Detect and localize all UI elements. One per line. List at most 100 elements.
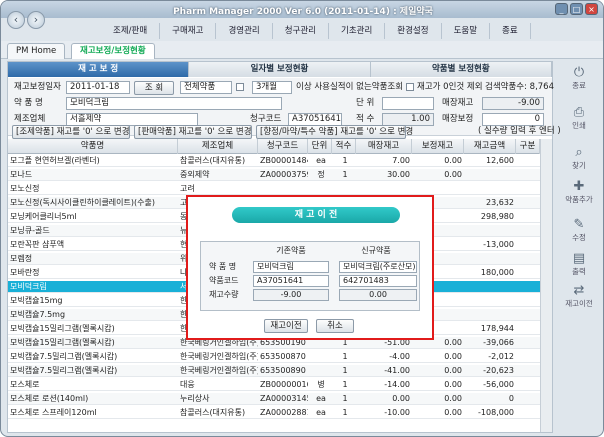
drug-name-input[interactable]: 모비덕크림 <box>66 97 282 110</box>
table-cell: 대웅 <box>180 380 195 389</box>
rx-zero-button[interactable]: [조제약품] 재고를 '0' 으로 변경 <box>12 125 130 139</box>
header-qty[interactable]: 적수 <box>332 139 356 154</box>
table-cell: 298,980 <box>480 212 514 221</box>
header-maker[interactable]: 제조업체 <box>178 139 258 154</box>
months-select[interactable]: 3개월 <box>252 81 292 94</box>
special-zero-button[interactable]: [향정/마약/특수 약품] 재고를 '0' 으로 변경 <box>256 125 413 139</box>
after-qty: 0.00 <box>339 289 417 301</box>
transfer-icon: ⇄ <box>573 283 585 298</box>
sidebar-edit[interactable]: ✎ 수정 <box>561 217 597 243</box>
sidebar-print-label: 인쇄 <box>572 121 586 130</box>
menu-purchase[interactable]: 구매재고 <box>160 23 217 39</box>
table-cell: -13,000 <box>483 240 514 249</box>
table-cell: ZB00001484 <box>260 156 308 165</box>
table-row[interactable]: 모빅캡슐7.5밀리그램(멜록시캄) 한국베링거인겔하임(주) 653500870 1 -… <box>8 351 540 363</box>
header-adjusted[interactable]: 보정재고 <box>412 139 464 154</box>
sidebar-add-drug[interactable]: ✚ 약품추가 <box>561 179 597 205</box>
date-input[interactable]: 2011-01-18 <box>66 81 130 94</box>
menu-settings[interactable]: 환경설정 <box>385 23 442 39</box>
table-cell: 653500890 <box>260 366 306 375</box>
header-type[interactable]: 구분 <box>516 139 540 154</box>
table-row[interactable]: 모빅캡슐7.5밀리그램(멜록시캄) 한국베링거인겔하임(주) 653500890 1 -… <box>8 365 540 377</box>
filter-checkbox[interactable] <box>236 83 244 91</box>
col-before: 기존약품 <box>276 246 306 255</box>
header-amount[interactable]: 재고금액 <box>464 139 516 154</box>
table-row[interactable]: 모스체로 로션(140ml) 누리상사 ZA00003145 ea 1 0.00 0.00 0 <box>8 393 540 405</box>
date-label: 재고보정일자 <box>14 82 61 92</box>
sales-stock-label: 매장재고 <box>442 98 474 108</box>
table-cell: 모빅캡슐7.5밀리그램(멜록시캄) <box>10 352 118 361</box>
unused-label: 이상 사용실적이 없는약품조회 <box>296 82 404 92</box>
close-icon[interactable]: × <box>585 3 598 15</box>
search-button[interactable]: 조 회 <box>134 81 174 95</box>
table-cell: 모빅캡슐15밀리그램(멜록시캄) <box>10 324 115 333</box>
table-cell: 0 <box>508 394 514 403</box>
table-cell: 178,944 <box>480 324 514 333</box>
table-cell: ea <box>316 156 326 165</box>
back-icon[interactable]: ‹ <box>7 11 25 29</box>
app-title: Pharm Manager 2000 Ver 6.0 (2011-01-14) … <box>173 7 433 17</box>
transfer-cancel-button[interactable]: 취소 <box>316 319 354 333</box>
menu-exit[interactable]: 종료 <box>490 23 531 39</box>
header-drug[interactable]: 약품명 <box>8 139 178 154</box>
table-cell: 참콜러스(대지유통) <box>180 408 246 417</box>
sales-stock-input[interactable]: -9.00 <box>482 97 544 110</box>
table-cell: ea <box>316 408 326 417</box>
filter-select[interactable]: 전체약품 <box>180 81 232 94</box>
subtab-by-drug[interactable]: 약품별 보정현황 <box>370 62 552 77</box>
sale-zero-button[interactable]: [판매약품] 재고를 '0' 으로 변경 <box>134 125 252 139</box>
menu-help[interactable]: 도움말 <box>442 23 491 39</box>
tab-stock-adjust[interactable]: 재고보정/보정현황 <box>71 43 155 59</box>
header-code[interactable]: 청구코드 <box>258 139 308 154</box>
minimize-icon[interactable]: _ <box>555 3 568 15</box>
menu-dispense[interactable]: 조제/판매 <box>101 23 161 39</box>
table-cell: 모닝케어클리너5ml <box>10 212 77 221</box>
table-cell: 1 <box>342 352 348 361</box>
add-drug-icon: ✚ <box>573 179 585 194</box>
transfer-ok-button[interactable]: 재고이전 <box>264 319 308 333</box>
table-cell: 누리상사 <box>180 394 210 403</box>
table-row[interactable]: 모스체로 대웅 ZB00000016 병 1 -14.00 0.00 -56,000 <box>8 379 540 391</box>
sidebar-exit-label: 종료 <box>572 81 586 90</box>
header-unit[interactable]: 단위 <box>308 139 332 154</box>
table-cell: -14.00 <box>384 380 410 389</box>
label-code: 약품코드 <box>209 276 239 285</box>
stock-transfer-dialog: 재 고 이 전 기존약품 신규약품 약 품 명 약품코드 재고수량 모비덕크림 … <box>186 195 434 340</box>
output-icon: ▤ <box>572 251 586 266</box>
menu-claims[interactable]: 청구관리 <box>273 23 329 39</box>
table-cell: 180,000 <box>480 268 514 277</box>
sidebar-output[interactable]: ▤ 출력 <box>561 251 597 277</box>
sidebar-find[interactable]: ⌕ 찾기 <box>561 145 597 171</box>
zero-exclude-checkbox[interactable] <box>406 83 414 91</box>
table-cell: 모란꼭판 샴푸액 <box>10 240 65 249</box>
menu-management[interactable]: 경영관리 <box>216 23 273 39</box>
sidebar: ⏻ 종료 ⎙ 인쇄 ⌕ 찾기 ✚ 약품추가 ✎ 수정 ▤ 출력 ⇄ 재고이전 <box>557 61 601 381</box>
table-cell: 모빅캡슐7.5밀리그램(멜록시캄) <box>10 366 118 375</box>
title-bar: Pharm Manager 2000 Ver 6.0 (2011-01-14) … <box>1 1 603 18</box>
subtab-daily[interactable]: 일자별 보정현황 <box>189 62 371 77</box>
table-cell: ZA00002881 <box>260 408 308 417</box>
header-stock[interactable]: 매장재고 <box>356 139 412 154</box>
grid-scrollbar[interactable] <box>540 139 552 432</box>
tab-pm-home[interactable]: PM Home <box>7 43 66 59</box>
sidebar-exit[interactable]: ⏻ 종료 <box>561 65 597 91</box>
menu-basic[interactable]: 기초관리 <box>329 23 386 39</box>
table-row[interactable]: 모노신정 고려 <box>8 183 540 195</box>
table-row[interactable]: 모나드 중외제약 ZA00003759 정 1 30.00 0.00 <box>8 169 540 181</box>
sidebar-transfer[interactable]: ⇄ 재고이전 <box>561 283 597 309</box>
unit-input[interactable] <box>382 97 434 110</box>
table-cell: 참콜러스(대지유통) <box>180 156 246 165</box>
table-cell: 병 <box>317 380 325 389</box>
subtab-adjust[interactable]: 재 고 보 정 <box>8 62 190 77</box>
sidebar-print[interactable]: ⎙ 인쇄 <box>561 105 597 131</box>
table-cell: ea <box>316 394 326 403</box>
maximize-icon[interactable]: □ <box>570 3 583 15</box>
entry-hint: ( 실수량 입력 후 엔터 ) <box>478 126 561 136</box>
table-cell: 모비덕크림 <box>10 282 47 291</box>
table-cell: 모그플 현연허브겔(라벤더) <box>10 156 100 165</box>
table-cell: -10.00 <box>384 408 410 417</box>
table-row[interactable]: 모그플 현연허브겔(라벤더) 참콜러스(대지유통) ZB00001484 ea 1 7.0… <box>8 155 540 167</box>
table-cell: 0.00 <box>392 394 410 403</box>
table-row[interactable]: 모스체로 스프레이120ml 참콜러스(대지유통) ZA00002881 ea 1 -10… <box>8 407 540 419</box>
forward-icon[interactable]: › <box>27 11 45 29</box>
